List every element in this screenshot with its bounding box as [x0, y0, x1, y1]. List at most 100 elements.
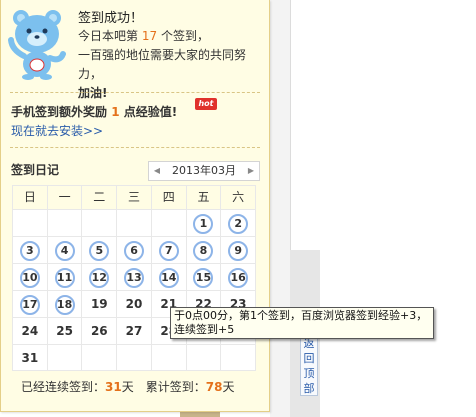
calendar-empty-cell	[221, 345, 257, 370]
weekday-header: 日一二三四五六	[12, 185, 257, 209]
day-number: 16	[228, 268, 249, 288]
calendar-week-row: 3456789	[12, 236, 257, 263]
day-number: 18	[54, 295, 75, 315]
continuous-days: 31	[105, 380, 122, 394]
day-number: 4	[54, 241, 75, 261]
day-number: 12	[89, 268, 110, 288]
calendar-day[interactable]: 31	[13, 345, 48, 370]
reward-prefix: 手机签到额外奖励	[11, 105, 108, 119]
signin-calendar: 日一二三四五六 1 2 3 4 5 6 7 8 9 10 11 12 13 14 15 16 17 18 19 20 2…	[12, 185, 257, 371]
day-number: 9	[228, 241, 249, 261]
day-number: 27	[125, 324, 143, 338]
day-number: 10	[19, 268, 40, 288]
weekday-label: 六	[221, 186, 257, 209]
calendar-empty-cell	[82, 210, 118, 236]
day-number: 24	[21, 324, 39, 338]
signin-success-title: 签到成功！	[78, 11, 144, 26]
calendar-empty-cell	[151, 210, 187, 236]
month-label: 2013年03月	[172, 164, 236, 177]
back-to-top-button[interactable]: 返回顶部	[300, 334, 318, 396]
weekday-label: 日	[13, 186, 48, 209]
calendar-week-row: 12	[12, 209, 257, 236]
calendar-day-signed[interactable]: 3	[13, 237, 48, 263]
day-number: 6	[124, 241, 145, 261]
calendar-empty-cell	[82, 345, 118, 370]
calendar-empty-cell	[151, 345, 187, 370]
day-number: 5	[89, 241, 110, 261]
calendar-day[interactable]: 25	[47, 318, 83, 344]
calendar-day-signed[interactable]: 4	[47, 237, 83, 263]
section-divider	[10, 147, 260, 148]
weekday-label: 二	[82, 186, 118, 209]
weekday-label: 四	[152, 186, 187, 209]
calendar-day[interactable]: 20	[117, 291, 152, 317]
calendar-day-signed[interactable]: 9	[221, 237, 257, 263]
day-number: 17	[19, 295, 40, 315]
calendar-day-signed[interactable]: 14	[151, 264, 187, 290]
calendar-week-row: 10 11 12 13 14 15 16	[12, 263, 257, 290]
signin-popup: 签到成功！ 今日本吧第 17 个签到， 一百强的地位需要大家的共同努力， 加油!…	[0, 0, 270, 412]
calendar-day-signed[interactable]: 6	[117, 237, 152, 263]
calendar-day-signed[interactable]: 10	[13, 264, 48, 290]
calendar-empty-cell	[47, 210, 83, 236]
install-now-link[interactable]: 现在就去安装>>	[11, 122, 103, 139]
message-line-3: 加油!	[78, 86, 108, 100]
calendar-week-row: 31	[12, 344, 257, 371]
bear-mascot-icon	[8, 10, 66, 80]
message-prefix: 今日本吧第	[78, 29, 139, 43]
calendar-day[interactable]: 27	[117, 318, 152, 344]
day-unit: 天	[121, 380, 134, 394]
day-number: 26	[90, 324, 108, 338]
calendar-day-signed[interactable]: 17	[13, 291, 48, 317]
weekday-label: 三	[117, 186, 152, 209]
next-month-arrow-icon[interactable]: ▶	[243, 162, 259, 180]
calendar-day-signed[interactable]: 8	[186, 237, 222, 263]
total-label: 累计签到：	[145, 380, 206, 394]
day-number: 8	[193, 241, 214, 261]
calendar-body: 1 2 3 4 5 6 7 8 9 10 11 12 13 14 15 16 17 18 19 20 21 22 23 24 2…	[12, 209, 257, 371]
day-number: 13	[124, 268, 145, 288]
calendar-day[interactable]: 24	[13, 318, 48, 344]
background-page-strip	[270, 0, 290, 417]
reward-points: 1	[111, 105, 120, 119]
total-days: 78	[205, 380, 223, 394]
calendar-day-signed[interactable]: 11	[47, 264, 83, 290]
calendar-empty-cell	[13, 210, 48, 236]
calendar-day-signed[interactable]: 5	[82, 237, 118, 263]
previous-month-arrow-icon[interactable]: ◀	[149, 162, 165, 180]
day-number: 1	[193, 214, 214, 234]
day-number: 20	[125, 297, 143, 311]
mobile-reward-line: 手机签到额外奖励 1 点经验值!	[11, 103, 177, 120]
day-tooltip: 于0点00分，第1个签到，百度浏览器签到经验+3，连续签到+5	[170, 307, 434, 339]
calendar-empty-cell	[47, 345, 83, 370]
calendar-day-signed[interactable]: 7	[151, 237, 187, 263]
day-number: 11	[54, 268, 75, 288]
calendar-day-signed[interactable]: 2	[221, 210, 257, 236]
signin-stats: 已经连续签到：31天 累计签到：78天	[21, 378, 234, 395]
calendar-day-signed[interactable]: 12	[82, 264, 118, 290]
month-navigator: ◀ 2013年03月 ▶	[148, 161, 260, 181]
day-number: 19	[90, 297, 108, 311]
continuous-label: 已经连续签到：	[21, 380, 106, 394]
day-number: 15	[193, 268, 214, 288]
section-divider	[10, 92, 260, 93]
signin-diary-title: 签到日记	[11, 163, 60, 177]
day-number: 25	[56, 324, 73, 338]
day-unit: 天	[222, 380, 235, 394]
calendar-empty-cell	[117, 345, 152, 370]
calendar-empty-cell	[186, 345, 222, 370]
reward-suffix: 点经验值!	[123, 105, 178, 119]
message-suffix: 个签到，	[160, 29, 209, 43]
weekday-label: 一	[48, 186, 83, 209]
calendar-day-signed[interactable]: 1	[186, 210, 222, 236]
calendar-empty-cell	[117, 210, 152, 236]
calendar-day-signed[interactable]: 18	[47, 291, 83, 317]
calendar-day-signed[interactable]: 15	[186, 264, 222, 290]
day-number: 7	[158, 241, 179, 261]
calendar-day[interactable]: 26	[82, 318, 118, 344]
calendar-day[interactable]: 19	[82, 291, 118, 317]
calendar-day-signed[interactable]: 16	[221, 264, 257, 290]
day-number: 31	[21, 351, 39, 365]
calendar-day-signed[interactable]: 13	[117, 264, 152, 290]
weekday-label: 五	[187, 186, 222, 209]
